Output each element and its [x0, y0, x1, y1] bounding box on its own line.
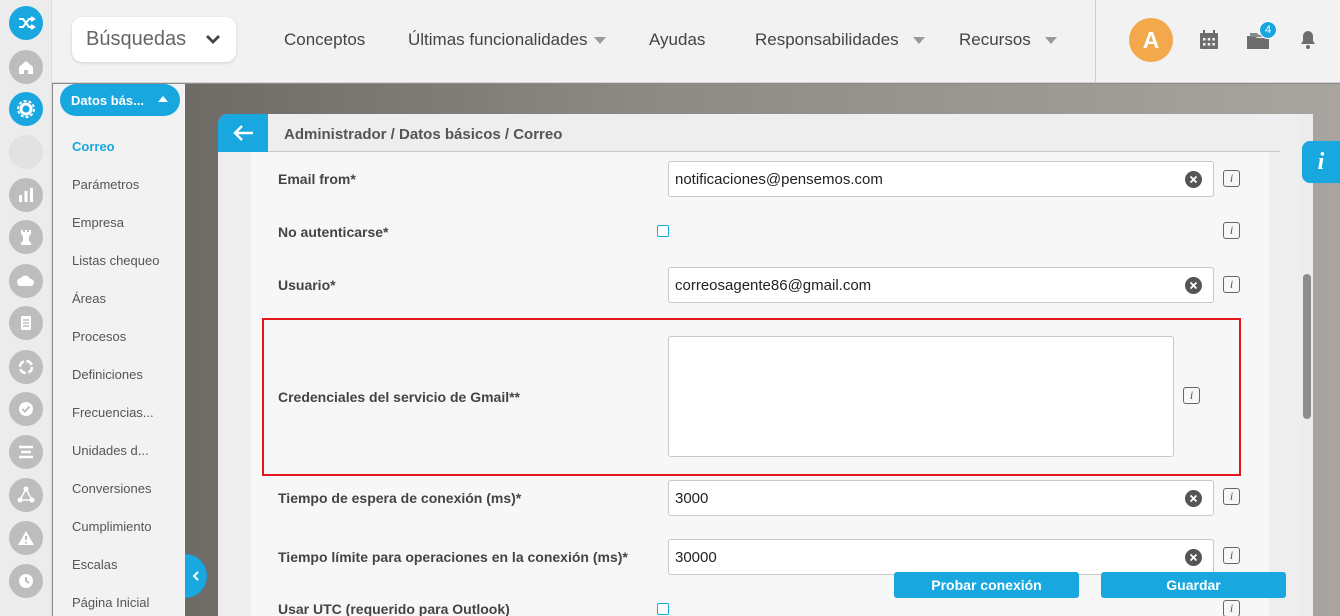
list-lines-icon[interactable]	[9, 435, 43, 469]
nav-item-escalas[interactable]: Escalas	[72, 557, 118, 572]
bar-chart-icon[interactable]	[9, 178, 43, 212]
menu-label: Recursos	[959, 30, 1031, 49]
highlight-box	[262, 318, 1241, 476]
notification-badge: 4	[1259, 21, 1277, 39]
nav-item-areas[interactable]: Áreas	[72, 291, 106, 306]
usuario-value: correosagente86@gmail.com	[675, 276, 872, 294]
caret-up-icon	[158, 96, 168, 102]
clear-icon[interactable]	[1185, 549, 1202, 566]
nav-item-cumplimiento[interactable]: Cumplimiento	[72, 519, 151, 534]
info-icon[interactable]: i	[1223, 547, 1240, 564]
check-circle-icon[interactable]	[9, 392, 43, 426]
menu-recursos[interactable]: Recursos	[959, 30, 1057, 50]
menu-responsabilidades[interactable]: Responsabilidades	[755, 30, 925, 50]
menu-label: Ayudas	[649, 30, 706, 49]
warning-icon[interactable]	[9, 521, 43, 555]
clear-icon[interactable]	[1185, 171, 1202, 188]
info-icon[interactable]: i	[1223, 170, 1240, 187]
operation-timeout-value: 30000	[675, 548, 717, 566]
use-utc-checkbox[interactable]	[657, 603, 669, 615]
nav-item-correo[interactable]: Correo	[72, 139, 115, 154]
menu-label: Últimas funcionalidades	[408, 30, 588, 49]
document-icon[interactable]	[9, 306, 43, 340]
blank-icon[interactable]	[9, 135, 43, 169]
arrow-left-icon	[233, 125, 253, 141]
nav-item-listas-chequeo[interactable]: Listas chequeo	[72, 253, 159, 268]
use-utc-label: Usar UTC (requerido para Outlook)	[278, 601, 510, 616]
nav-section-header[interactable]: Datos bás...	[60, 84, 180, 116]
caret-down-icon	[593, 36, 606, 44]
connection-timeout-value: 3000	[675, 489, 709, 507]
chevron-left-icon	[192, 571, 199, 581]
info-icon[interactable]: i	[1223, 222, 1240, 239]
menu-conceptos[interactable]: Conceptos	[284, 30, 365, 50]
nav-item-definiciones[interactable]: Definiciones	[72, 367, 143, 382]
nav-item-unidades[interactable]: Unidades d...	[72, 443, 149, 458]
clear-icon[interactable]	[1185, 490, 1202, 507]
topbar-divider	[1095, 0, 1096, 83]
cycle-icon[interactable]	[9, 350, 43, 384]
top-bar: Búsquedas Conceptos Últimas funcionalida…	[52, 0, 1340, 83]
network-icon[interactable]	[9, 478, 43, 512]
chess-rook-icon[interactable]	[9, 220, 43, 254]
email-from-value: notificaciones@pensemos.com	[675, 170, 883, 188]
info-tab-button[interactable]: i	[1302, 141, 1340, 183]
icon-rail	[0, 0, 52, 616]
email-from-label: Email from*	[278, 171, 356, 187]
nav-item-frecuencias[interactable]: Frecuencias...	[72, 405, 154, 420]
connection-timeout-field[interactable]: 3000	[668, 480, 1214, 516]
search-label: Búsquedas	[86, 28, 187, 50]
info-icon[interactable]: i	[1223, 600, 1240, 616]
operation-timeout-field[interactable]: 30000	[668, 539, 1214, 575]
scrollbar[interactable]	[1301, 114, 1313, 616]
nav-item-empresa[interactable]: Empresa	[72, 215, 124, 230]
cloud-icon[interactable]	[9, 264, 43, 298]
nav-item-procesos[interactable]: Procesos	[72, 329, 126, 344]
calendar-icon[interactable]	[1197, 28, 1221, 52]
back-button[interactable]	[218, 114, 268, 152]
shuffle-icon[interactable]	[9, 6, 43, 40]
usuario-field[interactable]: correosagente86@gmail.com	[668, 267, 1214, 303]
settings-icon[interactable]	[9, 92, 43, 126]
nav-item-parametros[interactable]: Parámetros	[72, 177, 139, 192]
search-dropdown[interactable]: Búsquedas	[72, 17, 236, 62]
no-auth-label: No autenticarse*	[278, 224, 389, 240]
usuario-label: Usuario*	[278, 277, 336, 293]
avatar-initial: A	[1142, 26, 1160, 53]
avatar[interactable]: A	[1129, 18, 1173, 62]
info-icon[interactable]: i	[1223, 276, 1240, 293]
menu-ultimas-funcionalidades[interactable]: Últimas funcionalidades	[408, 30, 606, 50]
clock-icon[interactable]	[9, 564, 43, 598]
home-icon[interactable]	[9, 50, 43, 84]
menu-label: Conceptos	[284, 30, 366, 49]
email-from-field[interactable]: notificaciones@pensemos.com	[668, 161, 1214, 197]
operation-timeout-label: Tiempo límite para operaciones en la con…	[278, 549, 628, 565]
left-navigation: Datos bás... Correo Parámetros Empresa L…	[53, 84, 185, 616]
save-button[interactable]: Guardar	[1101, 572, 1286, 598]
menu-ayudas[interactable]: Ayudas	[649, 30, 705, 50]
test-connection-button[interactable]: Probar conexión	[894, 572, 1079, 598]
no-auth-checkbox[interactable]	[657, 225, 669, 237]
clear-icon[interactable]	[1185, 277, 1202, 294]
scrollbar-thumb[interactable]	[1303, 274, 1311, 419]
info-icon[interactable]: i	[1223, 488, 1240, 505]
breadcrumb: Administrador / Datos básicos / Correo	[284, 126, 563, 143]
caret-down-icon	[1044, 36, 1057, 44]
nav-section-title: Datos bás...	[71, 92, 144, 108]
connection-timeout-label: Tiempo de espera de conexión (ms)*	[278, 490, 522, 506]
caret-down-icon	[912, 36, 925, 44]
menu-label: Responsabilidades	[755, 30, 899, 49]
nav-item-pagina-inicial[interactable]: Página Inicial	[72, 595, 149, 610]
bell-icon[interactable]	[1296, 28, 1320, 52]
nav-item-conversiones[interactable]: Conversiones	[72, 481, 152, 496]
chevron-down-icon	[206, 35, 220, 44]
badge-count: 4	[1264, 24, 1272, 36]
